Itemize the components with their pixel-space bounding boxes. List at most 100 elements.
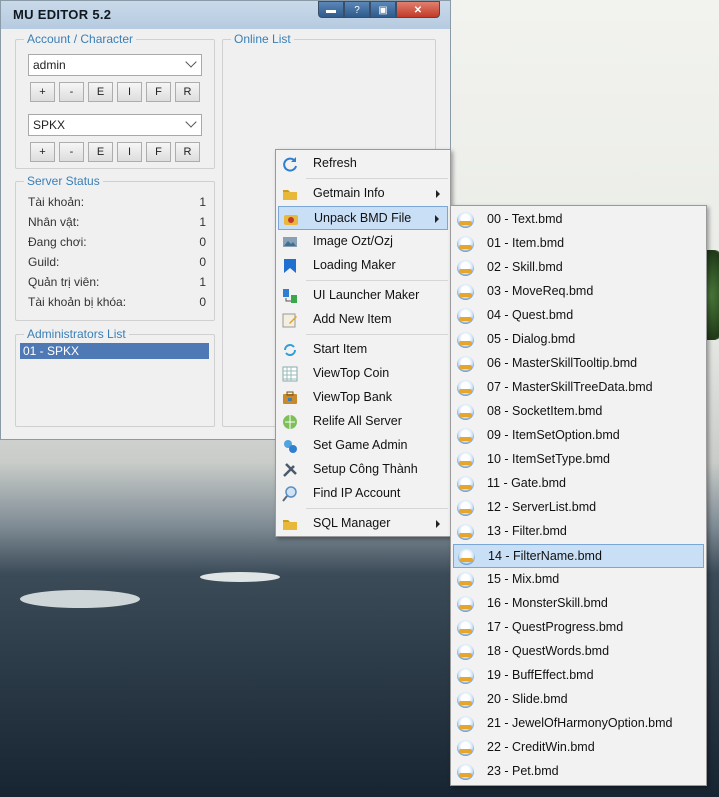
menu-item-label: Add New Item [313,312,392,326]
menu-item-start-item[interactable]: Start Item [278,338,448,362]
submenu-item[interactable]: 20 - Slide.bmd [453,688,704,712]
bmd-file-icon [457,716,474,732]
launcher-icon [283,289,297,303]
submenu-item[interactable]: 11 - Gate.bmd [453,472,704,496]
submenu-item-label: 13 - Filter.bmd [487,524,567,538]
help-button[interactable]: ? [344,1,370,18]
account-remove-button[interactable]: - [59,82,84,102]
title-bar[interactable]: MU EDITOR 5.2 ▬ ? ▣ ✕ [1,1,450,29]
menu-item-set-game-admin[interactable]: Set Game Admin [278,434,448,458]
account-add-button[interactable]: + [30,82,55,102]
menu-item-refresh[interactable]: Refresh [278,152,448,176]
submenu-item[interactable]: 00 - Text.bmd [453,208,704,232]
bookmark-icon [284,259,296,273]
submenu-item[interactable]: 13 - Filter.bmd [453,520,704,544]
submenu-item-highlighted[interactable]: 14 - FilterName.bmd [453,544,704,568]
submenu-item[interactable]: 06 - MasterSkillTooltip.bmd [453,352,704,376]
submenu-item-label: 17 - QuestProgress.bmd [487,620,624,634]
bmd-file-icon [457,596,474,612]
character-combobox[interactable]: SPKX [28,114,202,136]
character-add-button[interactable]: + [30,142,55,162]
menu-item-viewtop-coin[interactable]: ViewTop Coin [278,362,448,386]
submenu-item-label: 02 - Skill.bmd [487,260,563,274]
submenu-item[interactable]: 15 - Mix.bmd [453,568,704,592]
bmd-submenu: 00 - Text.bmd 01 - Item.bmd 02 - Skill.b… [450,205,707,786]
ice-floe [20,590,140,608]
account-edit-button[interactable]: E [88,82,113,102]
submenu-item[interactable]: 07 - MasterSkillTreeData.bmd [453,376,704,400]
menu-item-viewtop-bank[interactable]: ViewTop Bank [278,386,448,410]
stat-row: Guild: 0 [28,255,208,275]
submenu-item-label: 12 - ServerList.bmd [487,500,597,514]
stat-row: Quản trị viên: 1 [28,275,208,295]
submenu-item[interactable]: 19 - BuffEffect.bmd [453,664,704,688]
menu-item-getmain-info[interactable]: Getmain Info [278,182,448,206]
menu-item-ui-launcher-maker[interactable]: UI Launcher Maker [278,284,448,308]
stat-value: 1 [199,215,206,229]
submenu-item[interactable]: 08 - SocketItem.bmd [453,400,704,424]
account-refresh-button[interactable]: R [175,82,200,102]
context-menu: Refresh Getmain Info Unpack BMD File Ima… [275,149,451,537]
menu-item-label: Refresh [313,156,357,170]
submenu-item[interactable]: 18 - QuestWords.bmd [453,640,704,664]
close-button[interactable]: ✕ [396,1,440,18]
menu-item-sql-manager[interactable]: SQL Manager [278,512,448,536]
submenu-item[interactable]: 16 - MonsterSkill.bmd [453,592,704,616]
submenu-item[interactable]: 22 - CreditWin.bmd [453,736,704,760]
admin-list-item[interactable]: 01 - SPKX [20,343,209,359]
submenu-item-label: 23 - Pet.bmd [487,764,559,778]
character-remove-button[interactable]: - [59,142,84,162]
character-value: SPKX [33,118,66,132]
submenu-item[interactable]: 10 - ItemSetType.bmd [453,448,704,472]
bmd-file-icon [457,644,474,660]
submenu-item[interactable]: 04 - Quest.bmd [453,304,704,328]
account-combobox[interactable]: admin [28,54,202,76]
submenu-item[interactable]: 21 - JewelOfHarmonyOption.bmd [453,712,704,736]
magnifier-icon [282,486,297,502]
menu-separator [306,280,448,281]
submenu-item[interactable]: 23 - Pet.bmd [453,760,704,784]
edit-icon [282,313,297,328]
grid-icon [282,366,298,382]
menu-item-loading-maker[interactable]: Loading Maker [278,254,448,278]
character-refresh-button[interactable]: R [175,142,200,162]
submenu-arrow-icon [436,520,440,528]
submenu-item[interactable]: 09 - ItemSetOption.bmd [453,424,704,448]
menu-item-relife-all-server[interactable]: Relife All Server [278,410,448,434]
bmd-file-icon [457,740,474,756]
minimize-button[interactable]: ▬ [318,1,344,18]
submenu-item[interactable]: 02 - Skill.bmd [453,256,704,280]
submenu-item[interactable]: 12 - ServerList.bmd [453,496,704,520]
submenu-item[interactable]: 17 - QuestProgress.bmd [453,616,704,640]
menu-item-setup-cong-thanh[interactable]: Setup Công Thành [278,458,448,482]
character-find-button[interactable]: F [146,142,171,162]
submenu-arrow-icon [435,215,439,223]
character-edit-button[interactable]: E [88,142,113,162]
character-info-button[interactable]: I [117,142,142,162]
submenu-item[interactable]: 01 - Item.bmd [453,232,704,256]
ice-floe [200,572,280,582]
globe-icon [283,415,297,429]
account-info-button[interactable]: I [117,82,142,102]
submenu-item-label: 15 - Mix.bmd [487,572,560,586]
menu-item-unpack-bmd-file[interactable]: Unpack BMD File [278,206,448,230]
submenu-item-label: 14 - FilterName.bmd [488,549,602,563]
bmd-file-icon [457,452,474,468]
stat-row: Tài khoản bị khóa: 0 [28,295,208,315]
account-button-row: + - E I F R [30,82,200,102]
stat-row: Nhân vật: 1 [28,215,208,235]
bmd-file-icon [457,476,474,492]
menu-item-label: Start Item [313,342,368,356]
menu-item-image-ozt-ozj[interactable]: Image Ozt/Ozj [278,230,448,254]
maximize-button[interactable]: ▣ [370,1,396,18]
submenu-item[interactable]: 03 - MoveReq.bmd [453,280,704,304]
menu-item-add-new-item[interactable]: Add New Item [278,308,448,332]
stat-label: Quản trị viên: [28,275,100,289]
stat-label: Nhân vật: [28,215,80,229]
menu-item-label: Image Ozt/Ozj [313,234,393,248]
submenu-item[interactable]: 05 - Dialog.bmd [453,328,704,352]
menu-item-find-ip-account[interactable]: Find IP Account [278,482,448,506]
submenu-item-label: 01 - Item.bmd [487,236,565,250]
bmd-file-icon [457,500,474,516]
account-find-button[interactable]: F [146,82,171,102]
